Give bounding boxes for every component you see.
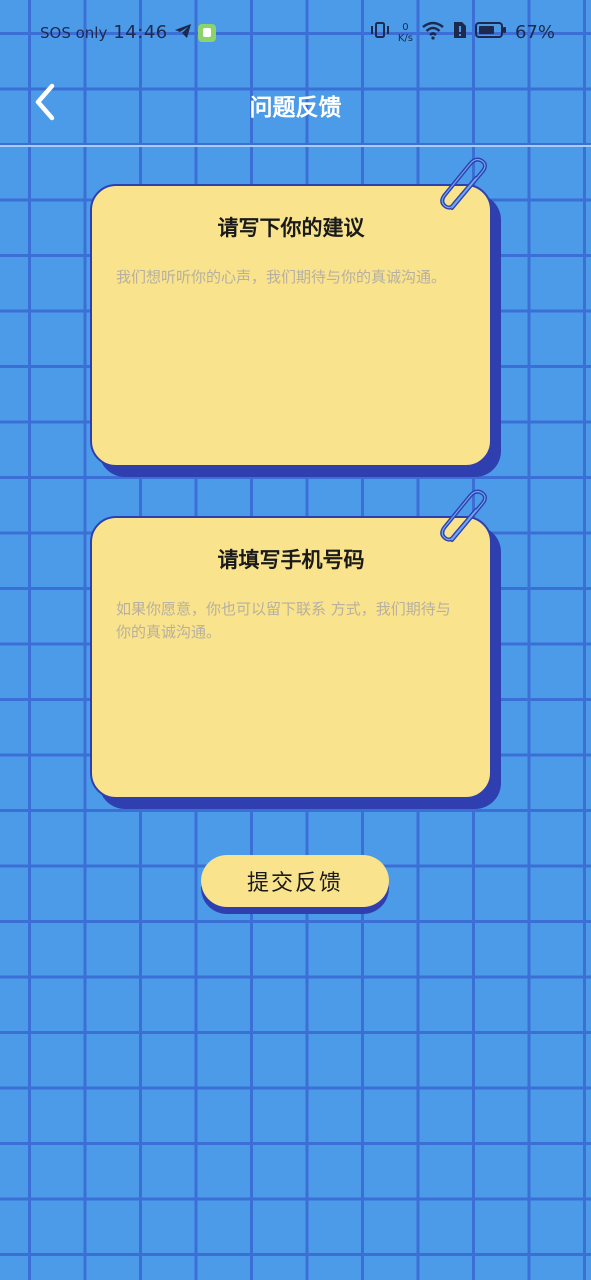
header: 问题反馈 — [0, 66, 591, 146]
suggestion-card: 请写下你的建议 我们想听听你的心声，我们期待与你的真诚沟通。 — [90, 157, 492, 467]
app-notification-icon — [197, 23, 216, 42]
network-speed-unit: K/s — [397, 32, 413, 44]
status-right: 0 K/s 67% — [370, 20, 555, 45]
sos-indicator: SOS only — [40, 23, 108, 42]
suggestion-card-title: 请写下你的建议 — [217, 216, 365, 240]
network-speed: 0 K/s — [398, 22, 413, 44]
paperclip-icon — [440, 489, 487, 542]
status-left: SOS only 14:46 — [40, 22, 216, 43]
header-divider — [0, 145, 591, 147]
vibrate-icon — [370, 20, 390, 45]
page-title: 问题反馈 — [249, 95, 342, 121]
phone-card: 请填写手机号码 如果你愿意，你也可以留下联系 方式，我们期待与你的真诚沟通。 — [90, 489, 492, 799]
phone-input[interactable]: 如果你愿意，你也可以留下联系 方式，我们期待与你的真诚沟通。 — [116, 598, 462, 777]
network-speed-value: 0 — [402, 21, 409, 33]
phone-card-title: 请填写手机号码 — [217, 548, 365, 572]
battery-icon — [474, 21, 507, 44]
paperclip-icon — [440, 157, 487, 210]
status-bar: SOS only 14:46 0 K/s 67% — [0, 0, 591, 66]
suggestion-input[interactable]: 我们想听听你的心声，我们期待与你的真诚沟通。 — [116, 266, 462, 445]
wifi-icon — [421, 20, 445, 45]
battery-percent: 67% — [514, 22, 555, 43]
submit-feedback-button[interactable]: 提交反馈 — [201, 855, 389, 907]
telegram-icon — [174, 23, 192, 43]
clock: 14:46 — [113, 22, 168, 43]
sim-alert-icon — [453, 21, 467, 44]
